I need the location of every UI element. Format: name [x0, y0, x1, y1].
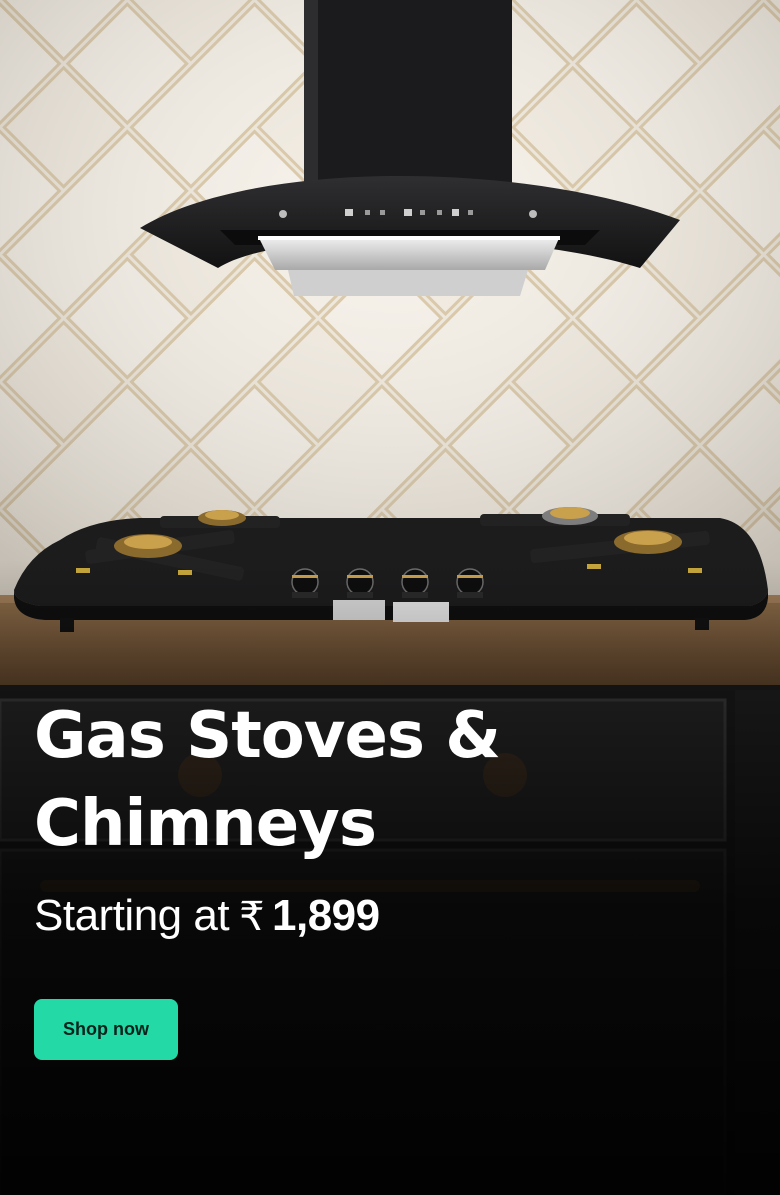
- banner-headline: Gas Stoves & Chimneys: [34, 699, 501, 861]
- price-line: Starting at ₹1,899: [34, 890, 380, 943]
- price-value: 1,899: [272, 891, 380, 940]
- text-backdrop-gradient: [0, 560, 780, 1195]
- rupee-symbol: ₹: [239, 894, 265, 940]
- shop-now-button[interactable]: Shop now: [34, 999, 178, 1060]
- promo-banner: Gas Stoves & Chimneys Starting at ₹1,899 …: [0, 0, 780, 1195]
- price-prefix: Starting at: [34, 891, 230, 940]
